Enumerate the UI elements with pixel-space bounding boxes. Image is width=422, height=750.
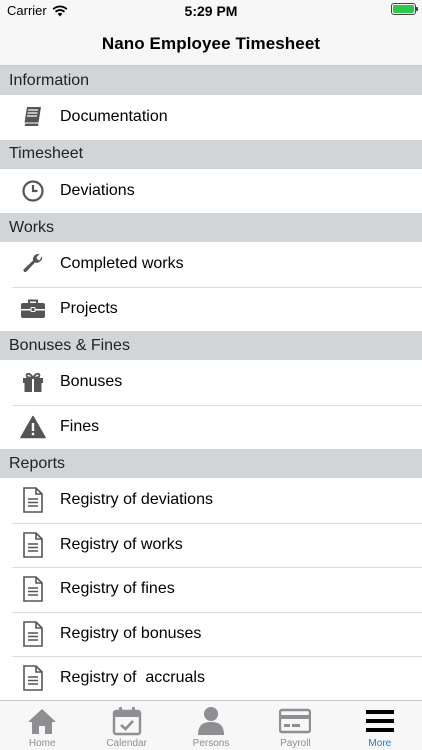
document-icon xyxy=(20,531,46,558)
menu-item-completed-works[interactable]: Completed works xyxy=(0,242,422,287)
menu-item-label: Completed works xyxy=(60,255,184,273)
home-icon xyxy=(26,706,58,736)
menu-item-deviations[interactable]: Deviations xyxy=(0,168,422,213)
menu-item-label: Registry of fines xyxy=(60,580,175,598)
status-bar: Carrier 5:29 PM xyxy=(0,0,422,22)
menu-item-registry-of-bonuses[interactable]: Registry of bonuses xyxy=(0,611,422,656)
menu-item-label: Documentation xyxy=(60,108,168,126)
menu-item-label: Registry of works xyxy=(60,535,183,553)
tab-persons[interactable]: Persons xyxy=(169,701,253,750)
gift-icon xyxy=(20,369,46,395)
menu-item-registry-of-works[interactable]: Registry of works xyxy=(0,522,422,567)
wrench-icon xyxy=(20,251,46,277)
menu-item-fines[interactable]: Fines xyxy=(0,404,422,449)
tab-label: Calendar xyxy=(106,738,147,749)
credit-card-icon xyxy=(279,706,312,736)
tab-payroll[interactable]: Payroll xyxy=(253,701,337,750)
clock-icon xyxy=(20,178,46,204)
menu-icon xyxy=(364,706,396,736)
battery-icon xyxy=(391,3,418,15)
tab-bar: Home Calendar Persons Payroll More xyxy=(0,700,422,750)
book-icon xyxy=(20,104,46,130)
menu-item-label: Projects xyxy=(60,299,118,317)
status-right xyxy=(391,3,418,15)
battery-fill xyxy=(393,5,414,13)
menu-item-registry-of-deviations[interactable]: Registry of deviations xyxy=(0,478,422,523)
briefcase-icon xyxy=(20,296,46,322)
tab-label: Home xyxy=(28,738,56,749)
menu-item-registry-of-fines[interactable]: Registry of fines xyxy=(0,567,422,612)
menu-item-label: Registry of deviations xyxy=(60,491,213,509)
menu-item-label: Registry of bonuses xyxy=(60,624,202,642)
tab-home[interactable]: Home xyxy=(0,701,84,750)
tab-label: Payroll xyxy=(280,738,311,749)
document-icon xyxy=(20,665,46,692)
menu-item-documentation[interactable]: Documentation xyxy=(0,95,422,140)
section-header-reports: Reports xyxy=(0,449,422,478)
section-header-bonuses-fines: Bonuses & Fines xyxy=(0,331,422,360)
menu-list: Information Documentation Timesheet Devi… xyxy=(0,66,422,700)
tab-label: Persons xyxy=(192,738,230,749)
tab-label: More xyxy=(368,738,392,749)
menu-item-bonuses[interactable]: Bonuses xyxy=(0,360,422,405)
calendar-icon xyxy=(111,706,143,736)
menu-item-label: Fines xyxy=(60,417,100,435)
menu-item-projects[interactable]: Projects xyxy=(0,286,422,331)
section-header-information: Information xyxy=(0,66,422,95)
tab-calendar[interactable]: Calendar xyxy=(84,701,168,750)
menu-item-label: Deviations xyxy=(60,181,135,199)
navigation-bar: Nano Employee Timesheet xyxy=(0,22,422,66)
menu-item-registry-of-accruals[interactable]: Registry of accruals xyxy=(0,656,422,700)
status-time: 5:29 PM xyxy=(184,3,238,19)
menu-item-label: Registry of accruals xyxy=(60,669,205,687)
tab-more[interactable]: More xyxy=(338,701,422,750)
section-header-works: Works xyxy=(0,213,422,242)
document-icon xyxy=(20,576,46,603)
person-icon xyxy=(195,706,227,736)
document-icon xyxy=(20,620,46,647)
warning-icon xyxy=(20,414,46,440)
document-icon xyxy=(20,487,46,514)
section-header-timesheet: Timesheet xyxy=(0,139,422,169)
page-title: Nano Employee Timesheet xyxy=(101,33,321,53)
menu-item-label: Bonuses xyxy=(60,373,123,391)
